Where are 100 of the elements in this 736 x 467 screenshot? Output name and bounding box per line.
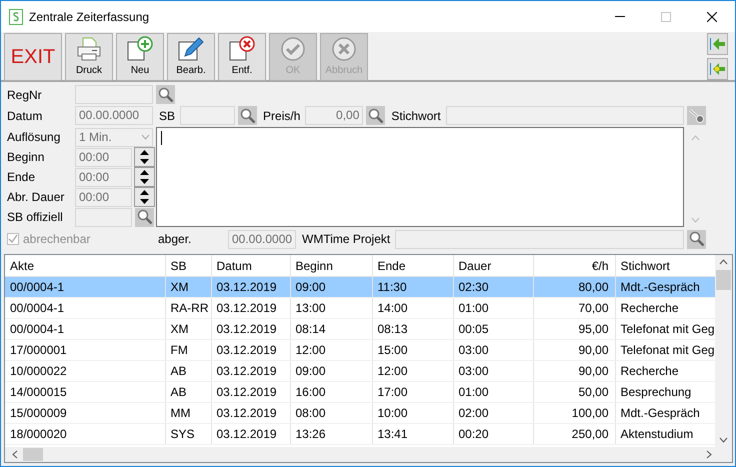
- table-cell: 250,00: [533, 424, 615, 444]
- pin-icon: [688, 108, 704, 124]
- time-field[interactable]: 00:00: [75, 188, 132, 206]
- table-cell: 18/000020: [5, 424, 165, 444]
- field-label: abger.: [157, 232, 192, 246]
- table-cell: 03:00: [453, 360, 533, 382]
- search-icon: [688, 231, 704, 247]
- pencil-icon: [177, 36, 205, 62]
- toolbar-button[interactable]: Entf.: [218, 33, 266, 81]
- table-cell: 80,00: [533, 276, 615, 298]
- table-cell: RA-RR: [165, 298, 211, 318]
- search-button[interactable]: [687, 230, 706, 248]
- search-icon: [136, 209, 152, 225]
- search-button[interactable]: [135, 208, 154, 226]
- field-label: Stichwort: [391, 108, 441, 122]
- search-icon: [368, 108, 384, 124]
- pin-button[interactable]: [687, 106, 706, 125]
- field-label: Datum: [7, 108, 44, 122]
- back-button[interactable]: [707, 58, 728, 80]
- maximize-icon: [661, 12, 671, 22]
- table-cell: 03.12.2019: [211, 382, 290, 402]
- down-icon: [140, 199, 149, 204]
- price-field[interactable]: 0,00: [305, 106, 364, 125]
- table-cell: 03:00: [453, 340, 533, 360]
- table-cell: XM: [165, 276, 211, 298]
- toolbar-button[interactable]: Neu: [116, 33, 164, 81]
- arrow-left-icon: [710, 37, 726, 51]
- table-cell: 03.12.2019: [211, 340, 290, 360]
- table-cell: XM: [165, 318, 211, 340]
- table-cell: AB: [165, 360, 211, 382]
- table-cell: 02:00: [453, 402, 533, 424]
- table-cell: 14:00: [372, 298, 453, 318]
- input-field[interactable]: [75, 208, 132, 226]
- table-cell: 10/000022: [5, 360, 165, 382]
- field-label: Ende: [7, 170, 36, 184]
- table-cell: 03.12.2019: [211, 276, 290, 298]
- down-icon: [140, 179, 149, 184]
- table-cell: 95,00: [533, 318, 615, 340]
- table-cell: 08:00: [290, 402, 372, 424]
- notes-field[interactable]: [156, 127, 684, 227]
- date-field[interactable]: 00.00.0000: [228, 230, 296, 248]
- table-cell: 12:00: [372, 360, 453, 382]
- field-label: Auflösung: [7, 130, 62, 144]
- exit-button[interactable]: EXIT: [4, 33, 62, 81]
- input-field[interactable]: [446, 106, 684, 125]
- table-cell: 02:30: [453, 276, 533, 298]
- table-cell: MM: [165, 402, 211, 424]
- table-cell: 08:14: [290, 318, 372, 340]
- time-field[interactable]: 00:00: [75, 168, 132, 186]
- close-icon: [707, 12, 717, 22]
- search-icon: [158, 86, 174, 102]
- table-cell: 100,00: [533, 402, 615, 424]
- table-cell: 13:41: [372, 424, 453, 444]
- time-field[interactable]: 00:00: [75, 148, 132, 166]
- table-cell: 08:13: [372, 318, 453, 340]
- check-icon: [280, 36, 306, 62]
- table-cell: 00/0004-1: [5, 276, 165, 298]
- back-button[interactable]: [707, 33, 728, 55]
- table-cell: 01:00: [453, 298, 533, 318]
- search-button[interactable]: [366, 106, 386, 125]
- search-button[interactable]: [238, 106, 258, 125]
- search-button[interactable]: [156, 85, 175, 104]
- up-icon: [140, 150, 149, 155]
- table-cell: 16:00: [290, 382, 372, 402]
- toolbar-button[interactable]: Bearb.: [167, 33, 215, 81]
- spinner-button[interactable]: [134, 147, 155, 167]
- table-cell: FM: [165, 340, 211, 360]
- field-label: RegNr: [7, 88, 43, 102]
- table-cell: 90,00: [533, 360, 615, 382]
- input-field[interactable]: [395, 230, 684, 248]
- scrollbar-thumb[interactable]: [716, 270, 731, 290]
- input-field[interactable]: [180, 106, 236, 125]
- table-cell: 13:00: [290, 298, 372, 318]
- field-label: WMTime Projekt: [302, 232, 390, 246]
- table-cell: 03.12.2019: [211, 298, 290, 318]
- input-field[interactable]: [75, 85, 153, 104]
- table-cell: AB: [165, 382, 211, 402]
- printer-icon: [76, 36, 102, 62]
- table-cell: 90,00: [533, 340, 615, 360]
- spinner-button[interactable]: [134, 167, 155, 187]
- table-cell: 03.12.2019: [211, 424, 290, 444]
- table-cell: 70,00: [533, 298, 615, 318]
- dropdown[interactable]: 1 Min.: [75, 128, 153, 146]
- table-cell: 03.12.2019: [211, 318, 290, 340]
- arrow-left-icon: [710, 62, 726, 76]
- table-cell: 03.12.2019: [211, 402, 290, 424]
- toolbar-button[interactable]: Druck: [65, 33, 113, 81]
- table-cell: 17:00: [372, 382, 453, 402]
- table-cell: 11:30: [372, 276, 453, 298]
- table-cell: 10:00: [372, 402, 453, 424]
- table-cell: 14/000015: [5, 382, 165, 402]
- table-cell: 09:00: [290, 360, 372, 382]
- scrollbar-thumb[interactable]: [23, 448, 43, 461]
- field-label: Beginn: [7, 150, 46, 164]
- spinner-button[interactable]: [134, 187, 155, 207]
- table-cell: 00/0004-1: [5, 298, 165, 318]
- cancel-icon: [331, 36, 357, 62]
- table-cell: 09:00: [290, 276, 372, 298]
- date-field[interactable]: 00.00.0000: [75, 106, 153, 125]
- table-cell: 00/0004-1: [5, 318, 165, 340]
